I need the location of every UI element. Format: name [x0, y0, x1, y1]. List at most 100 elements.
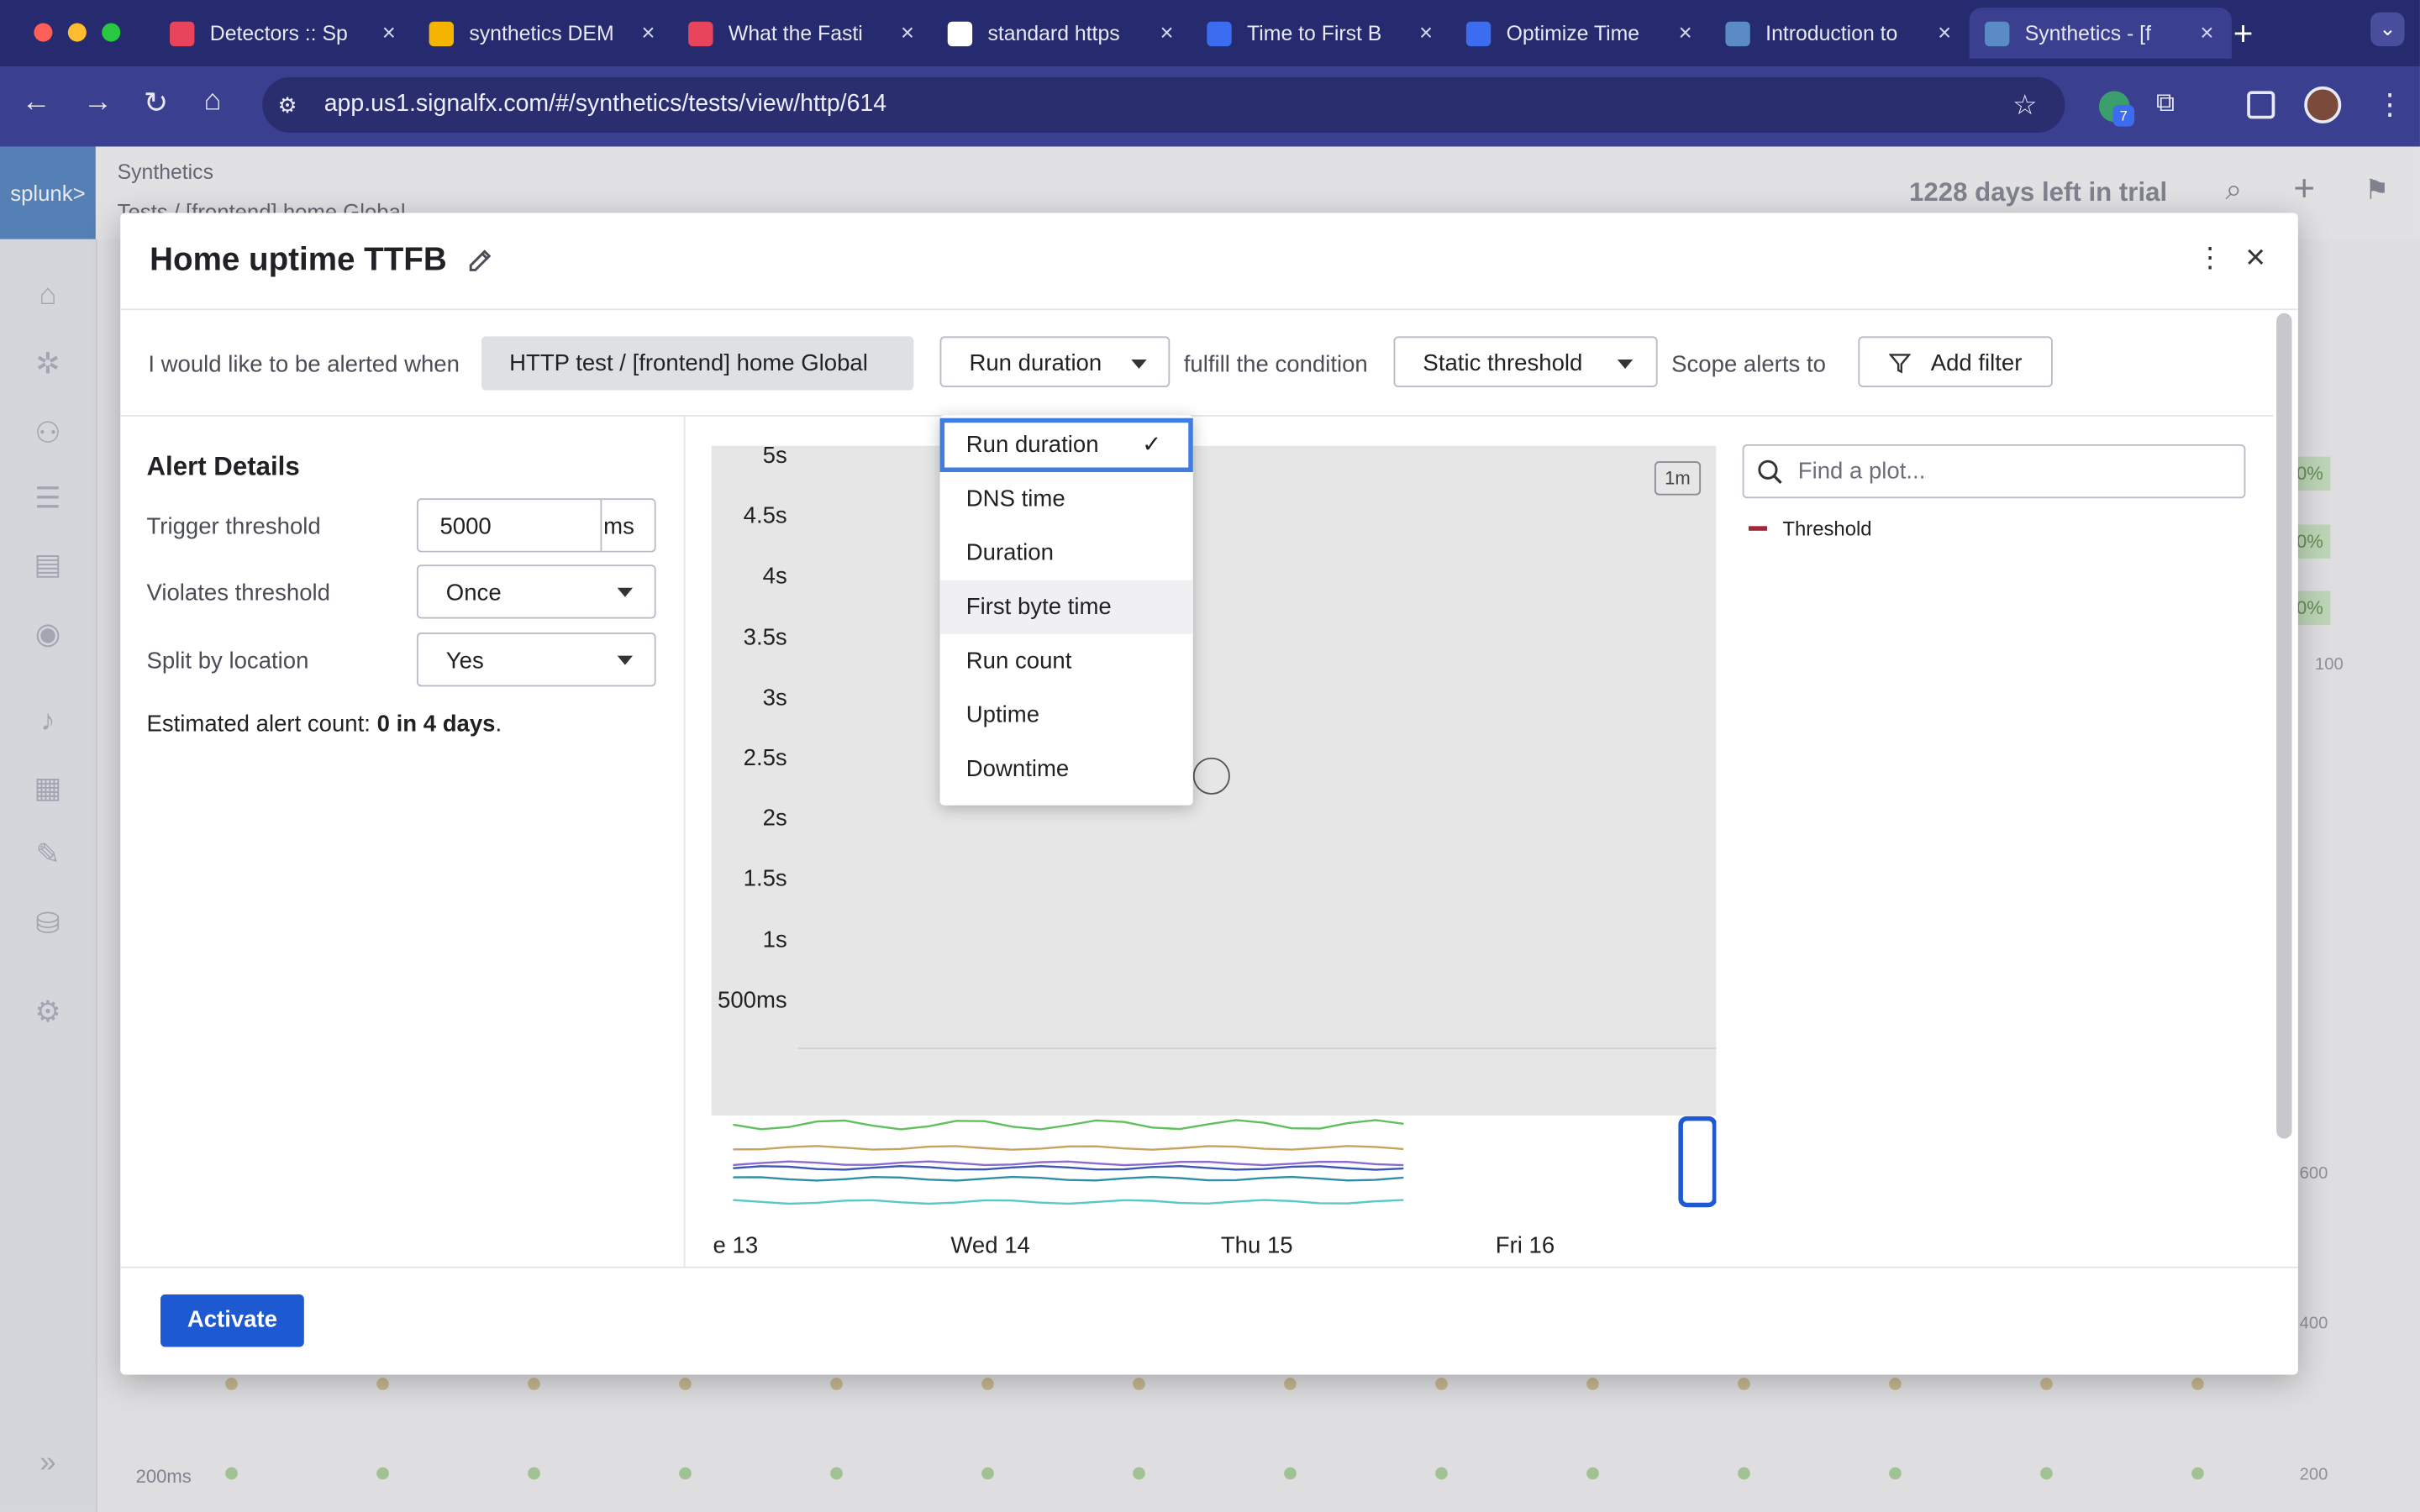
browser-tab[interactable]: Time to First B × [1192, 8, 1451, 59]
plot-search-input[interactable]: Find a plot... [1742, 444, 2246, 499]
extension-icon[interactable]: 7 [2098, 91, 2135, 127]
browser-tab-bar: Detectors :: Sp × synthetics DEM × What the … [0, 0, 2420, 66]
search-icon [1758, 459, 1782, 485]
chart-plot-area[interactable]: 1m [711, 445, 1717, 1116]
y-tick-label: 4s [762, 564, 787, 591]
close-tab-icon[interactable]: × [1929, 20, 1960, 46]
dropdown-option-label: DNS time [965, 486, 1065, 512]
dropdown-option-label: Duration [965, 539, 1054, 567]
browser-tab[interactable]: synthetics DEM × [413, 8, 673, 59]
dropdown-option[interactable]: Uptime [940, 688, 1193, 742]
add-filter-button[interactable]: Add filter [1858, 336, 2053, 388]
address-bar[interactable]: ⚙ app.us1.signalfx.com/#/synthetics/test… [262, 76, 2065, 133]
extensions-puzzle-icon[interactable]: ⧉ [2156, 88, 2175, 119]
close-tab-icon[interactable]: × [373, 20, 404, 46]
condition-prefix: I would like to be alerted when [148, 351, 460, 378]
violates-threshold-select[interactable]: Once [416, 564, 656, 619]
estimated-alert-count: Estimated alert count: 0 in 4 days. [146, 711, 502, 738]
docs-icon [1465, 20, 1491, 46]
browser-tab[interactable]: standard https × [932, 8, 1192, 59]
edit-pencil-icon[interactable] [466, 247, 494, 275]
new-tab-icon[interactable]: + [2233, 14, 2254, 55]
filter-icon [1889, 354, 1911, 374]
chevron-down-icon [617, 655, 634, 665]
browser-tab[interactable]: Detectors :: Sp × [155, 8, 414, 59]
close-tab-icon[interactable]: × [1670, 20, 1701, 46]
tab-title: Introduction to [1765, 21, 1898, 45]
dropdown-option[interactable]: Run count [940, 634, 1193, 688]
browser-tab[interactable]: Introduction to × [1710, 8, 1970, 59]
activate-button[interactable]: Activate [160, 1294, 304, 1347]
y-tick-label: 4.5s [743, 503, 787, 530]
modal-title: Home uptime TTFB [150, 242, 447, 278]
legend-item-threshold[interactable]: Threshold [1782, 517, 1871, 540]
browser-tab[interactable]: What the Fasti × [673, 8, 933, 59]
close-tab-icon[interactable]: × [1411, 20, 1442, 46]
chart-overview[interactable] [711, 1115, 1717, 1211]
close-tab-icon[interactable]: × [2191, 20, 2223, 46]
estimate-suffix: . [495, 711, 502, 738]
back-icon[interactable]: ← [22, 87, 51, 120]
test-chip[interactable]: HTTP test / [frontend] home Global [481, 336, 914, 391]
chevron-down-icon [1131, 359, 1147, 369]
resolution-badge: 1m [1654, 461, 1702, 496]
browser-menu-icon[interactable]: ⋮ [2375, 88, 2405, 123]
dropdown-option[interactable]: First byte time [939, 580, 1193, 634]
home-icon[interactable]: ⌂ [203, 85, 221, 118]
trigger-threshold-label: Trigger threshold [146, 513, 321, 540]
split-by-location-select[interactable]: Yes [416, 633, 656, 687]
url-text: app.us1.signalfx.com/#/synthetics/tests/… [324, 91, 887, 118]
trigger-threshold-unit: ms [603, 513, 634, 540]
checkmark-icon: ✓ [1142, 432, 1162, 459]
x-tick-label: e 13 [713, 1232, 759, 1259]
splunk-icon [1984, 20, 2010, 46]
dropdown-option[interactable]: Run duration ✓ [939, 417, 1193, 473]
divider [120, 415, 2274, 417]
tab-title: Time to First B [1247, 21, 1382, 45]
condition-select[interactable]: Static threshold [1393, 336, 1658, 388]
divider [600, 500, 602, 551]
y-tick-label: 1.5s [743, 866, 787, 893]
close-icon[interactable]: × [2245, 238, 2265, 278]
trigger-threshold-input[interactable]: 5000 ms [416, 498, 656, 553]
metric-select-value: Run duration [969, 349, 1102, 377]
dropdown-option[interactable]: Downtime [940, 742, 1193, 795]
scrollbar[interactable] [2276, 312, 2292, 1139]
profile-avatar[interactable] [2304, 86, 2342, 123]
maximize-window-button[interactable] [102, 23, 121, 42]
reload-icon[interactable]: ↻ [144, 87, 168, 122]
minimize-window-button[interactable] [67, 23, 87, 42]
scope-label: Scope alerts to [1671, 351, 1826, 378]
dropdown-option[interactable]: DNS time [940, 472, 1193, 526]
close-tab-icon[interactable]: × [892, 20, 923, 46]
close-window-button[interactable] [34, 23, 53, 42]
dropdown-option-label: First byte time [965, 594, 1112, 621]
alert-details-heading: Alert Details [146, 452, 300, 482]
split-by-location-value: Yes [445, 648, 484, 675]
violates-threshold-label: Violates threshold [146, 580, 330, 606]
loading-spinner [1192, 757, 1230, 795]
metric-dropdown-menu: Run duration ✓ DNS time Duration First byte … [939, 415, 1193, 806]
slides-icon [429, 20, 454, 46]
axis-baseline [797, 1047, 1717, 1049]
more-menu-icon[interactable]: ⋮ [2196, 242, 2224, 275]
x-tick-label: Wed 14 [950, 1232, 1030, 1259]
close-tab-icon[interactable]: × [1151, 20, 1182, 46]
metric-select[interactable]: Run duration [939, 336, 1171, 388]
site-info-icon[interactable]: ⚙ [278, 77, 297, 133]
bookmark-star-icon[interactable]: ☆ [2012, 77, 2038, 133]
browser-tab[interactable]: Synthetics - [f × [1969, 8, 2232, 59]
violates-threshold-value: Once [445, 580, 502, 606]
x-tick-label: Fri 16 [1495, 1232, 1555, 1259]
plot-search-placeholder: Find a plot... [1797, 458, 1926, 485]
forward-icon[interactable]: → [83, 87, 113, 120]
divider [120, 308, 2298, 311]
sidepanel-icon[interactable] [2247, 91, 2275, 119]
tab-search-icon[interactable]: ⌄ [2370, 12, 2405, 47]
y-tick-label: 1s [762, 927, 787, 953]
dropdown-option[interactable]: Duration [940, 526, 1193, 580]
browser-tab[interactable]: Optimize Time × [1450, 8, 1710, 59]
tab-title: standard https [987, 21, 1120, 45]
tab-title: Detectors :: Sp [209, 21, 348, 45]
close-tab-icon[interactable]: × [633, 20, 664, 46]
